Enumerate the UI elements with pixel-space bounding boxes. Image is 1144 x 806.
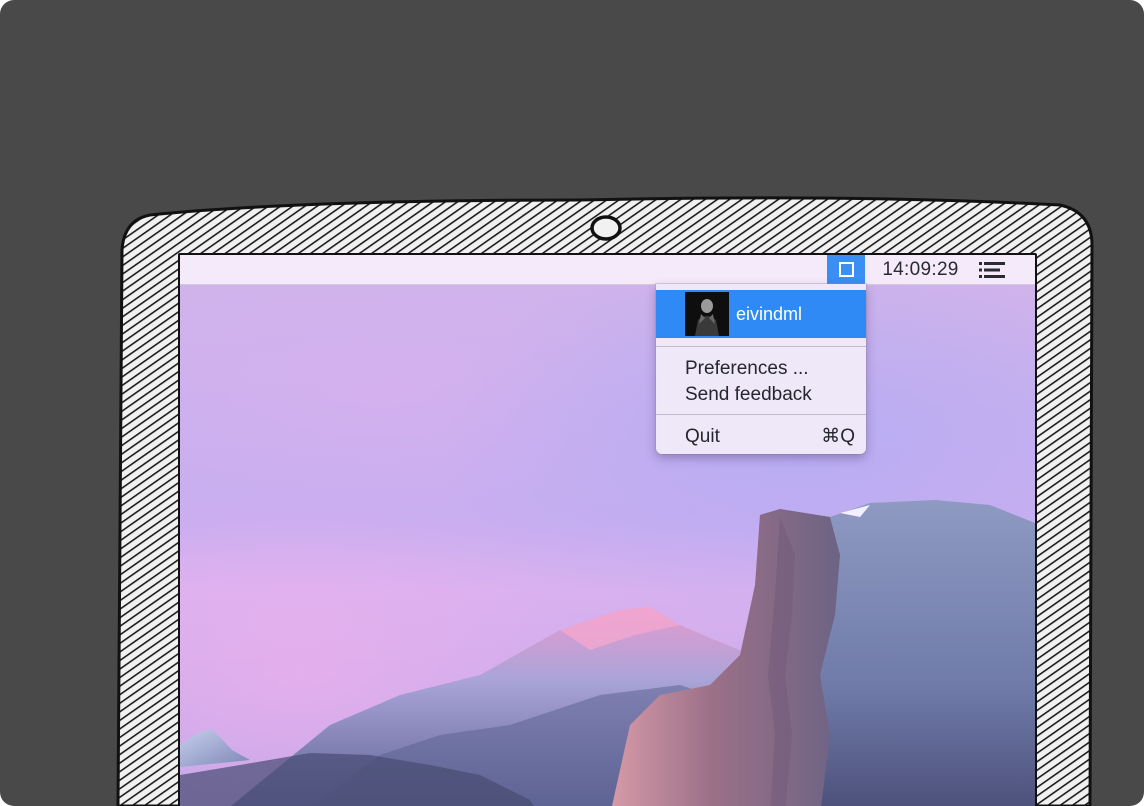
menu-item-preferences[interactable]: Preferences ...	[685, 357, 809, 381]
menu-divider	[656, 346, 866, 347]
status-menu: eivindml Preferences ... Send feedback Q…	[656, 284, 866, 454]
menu-item-quit[interactable]: Quit	[685, 425, 720, 449]
menu-bar: 14:09:29	[180, 255, 1035, 285]
avatar-icon	[685, 292, 729, 336]
menu-item-user[interactable]: eivindml	[656, 290, 866, 338]
square-icon	[838, 262, 854, 277]
avatar	[685, 292, 729, 336]
quit-shortcut: ⌘Q	[821, 426, 855, 447]
wallpaper-mountains	[180, 500, 1035, 806]
status-bar-app-button[interactable]	[827, 255, 865, 284]
camera-icon	[590, 215, 622, 241]
menu-bar-clock[interactable]: 14:09:29	[873, 255, 968, 284]
list-icon	[979, 261, 1005, 278]
menu-item-send-feedback[interactable]: Send feedback	[685, 383, 812, 407]
notification-center-button[interactable]	[976, 255, 1008, 284]
username-label: eivindml	[736, 303, 803, 324]
desktop-screen: 14:09:29 eivindml Preferences ... Send f…	[180, 255, 1035, 806]
presentation-canvas: 14:09:29 eivindml Preferences ... Send f…	[0, 0, 1144, 806]
menu-divider	[656, 414, 866, 415]
